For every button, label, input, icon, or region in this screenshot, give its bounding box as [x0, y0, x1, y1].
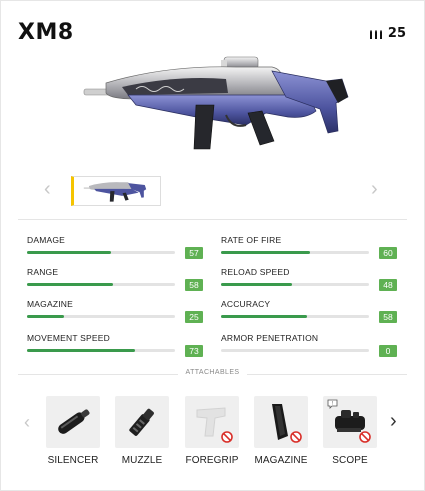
attachment-scope[interactable]: ! SCOPE — [323, 396, 377, 466]
attachables-title: ATTACHABLES — [185, 369, 240, 376]
ammo-indicator: 25 — [369, 26, 406, 41]
stat-value: 0 — [379, 345, 397, 357]
stat-value: 60 — [379, 247, 397, 259]
divider — [18, 219, 407, 220]
stat-bar — [221, 251, 369, 254]
attachment-label: SILENCER — [47, 455, 99, 466]
stat-bar — [27, 283, 175, 286]
stat-bar — [27, 349, 175, 352]
stat-bar-fill — [27, 283, 113, 286]
stat-bar-fill — [27, 251, 112, 254]
stat-magazine: MAGAZINE 25 — [27, 299, 203, 329]
stat-label: RANGE — [27, 267, 59, 277]
stat-label: RELOAD SPEED — [221, 267, 290, 277]
stat-label: MOVEMENT SPEED — [27, 333, 110, 343]
stat-range: RANGE 58 — [27, 267, 203, 297]
attachment-magazine[interactable]: MAGAZINE — [254, 396, 308, 466]
attachment-label: MUZZLE — [121, 455, 163, 466]
stat-bar — [27, 315, 175, 318]
attachment-muzzle[interactable]: MUZZLE — [115, 396, 169, 466]
stat-bar — [221, 349, 369, 352]
info-bubble-icon: ! — [327, 399, 338, 409]
stat-armor-penetration: ARMOR PENETRATION 0 — [221, 333, 397, 363]
attachment-slot[interactable] — [185, 396, 239, 448]
weapon-thumbnail-icon — [83, 182, 147, 202]
weapon-image — [83, 56, 349, 150]
stat-label: DAMAGE — [27, 235, 66, 245]
stat-bar — [221, 283, 369, 286]
ammo-count: 25 — [387, 26, 406, 41]
stat-bar — [27, 251, 175, 254]
stat-reload-speed: RELOAD SPEED 48 — [221, 267, 397, 297]
attachment-slot[interactable]: ! — [323, 396, 377, 448]
stat-bar-fill — [221, 283, 293, 286]
unavailable-icon — [359, 431, 371, 443]
attachment-foregrip[interactable]: FOREGRIP — [185, 396, 239, 466]
stat-label: ACCURACY — [221, 299, 271, 309]
stat-movement-speed: MOVEMENT SPEED 73 — [27, 333, 203, 363]
chevron-left-icon[interactable]: ‹ — [24, 412, 30, 433]
stat-bar-fill — [221, 251, 310, 254]
attachment-silencer[interactable]: SILENCER — [46, 396, 100, 466]
stat-value: 73 — [185, 345, 203, 357]
attachment-slot[interactable] — [254, 396, 308, 448]
silencer-icon — [58, 409, 90, 434]
svg-text:!: ! — [332, 401, 333, 407]
bullets-icon — [369, 29, 382, 39]
stat-label: MAGAZINE — [27, 299, 73, 309]
chevron-right-icon[interactable]: › — [371, 178, 378, 201]
stat-value: 48 — [379, 279, 397, 291]
muzzle-icon — [129, 408, 154, 436]
stat-rate-of-fire: RATE OF FIRE 60 — [221, 235, 397, 265]
attachment-label: MAGAZINE — [254, 455, 308, 466]
stat-bar-fill — [27, 315, 64, 318]
unavailable-icon — [221, 431, 233, 443]
attachment-label: FOREGRIP — [185, 455, 239, 466]
stat-label: RATE OF FIRE — [221, 235, 282, 245]
stat-accuracy: ACCURACY 58 — [221, 299, 397, 329]
unavailable-icon — [290, 431, 302, 443]
stat-damage: DAMAGE 57 — [27, 235, 203, 265]
skin-thumbnail-selected[interactable] — [71, 176, 161, 206]
stat-value: 58 — [379, 311, 397, 323]
weapon-name: XM8 — [18, 20, 74, 45]
stat-bar-fill — [221, 315, 307, 318]
stat-value: 58 — [185, 279, 203, 291]
stat-value: 57 — [185, 247, 203, 259]
chevron-right-icon[interactable]: › — [390, 410, 397, 433]
chevron-left-icon[interactable]: ‹ — [44, 178, 51, 201]
stat-value: 25 — [185, 311, 203, 323]
stat-label: ARMOR PENETRATION — [221, 333, 319, 343]
attachment-slot[interactable] — [115, 396, 169, 448]
stat-bar — [221, 315, 369, 318]
stat-bar-fill — [27, 349, 136, 352]
attachment-slot[interactable] — [46, 396, 100, 448]
attachment-label: SCOPE — [332, 455, 368, 466]
